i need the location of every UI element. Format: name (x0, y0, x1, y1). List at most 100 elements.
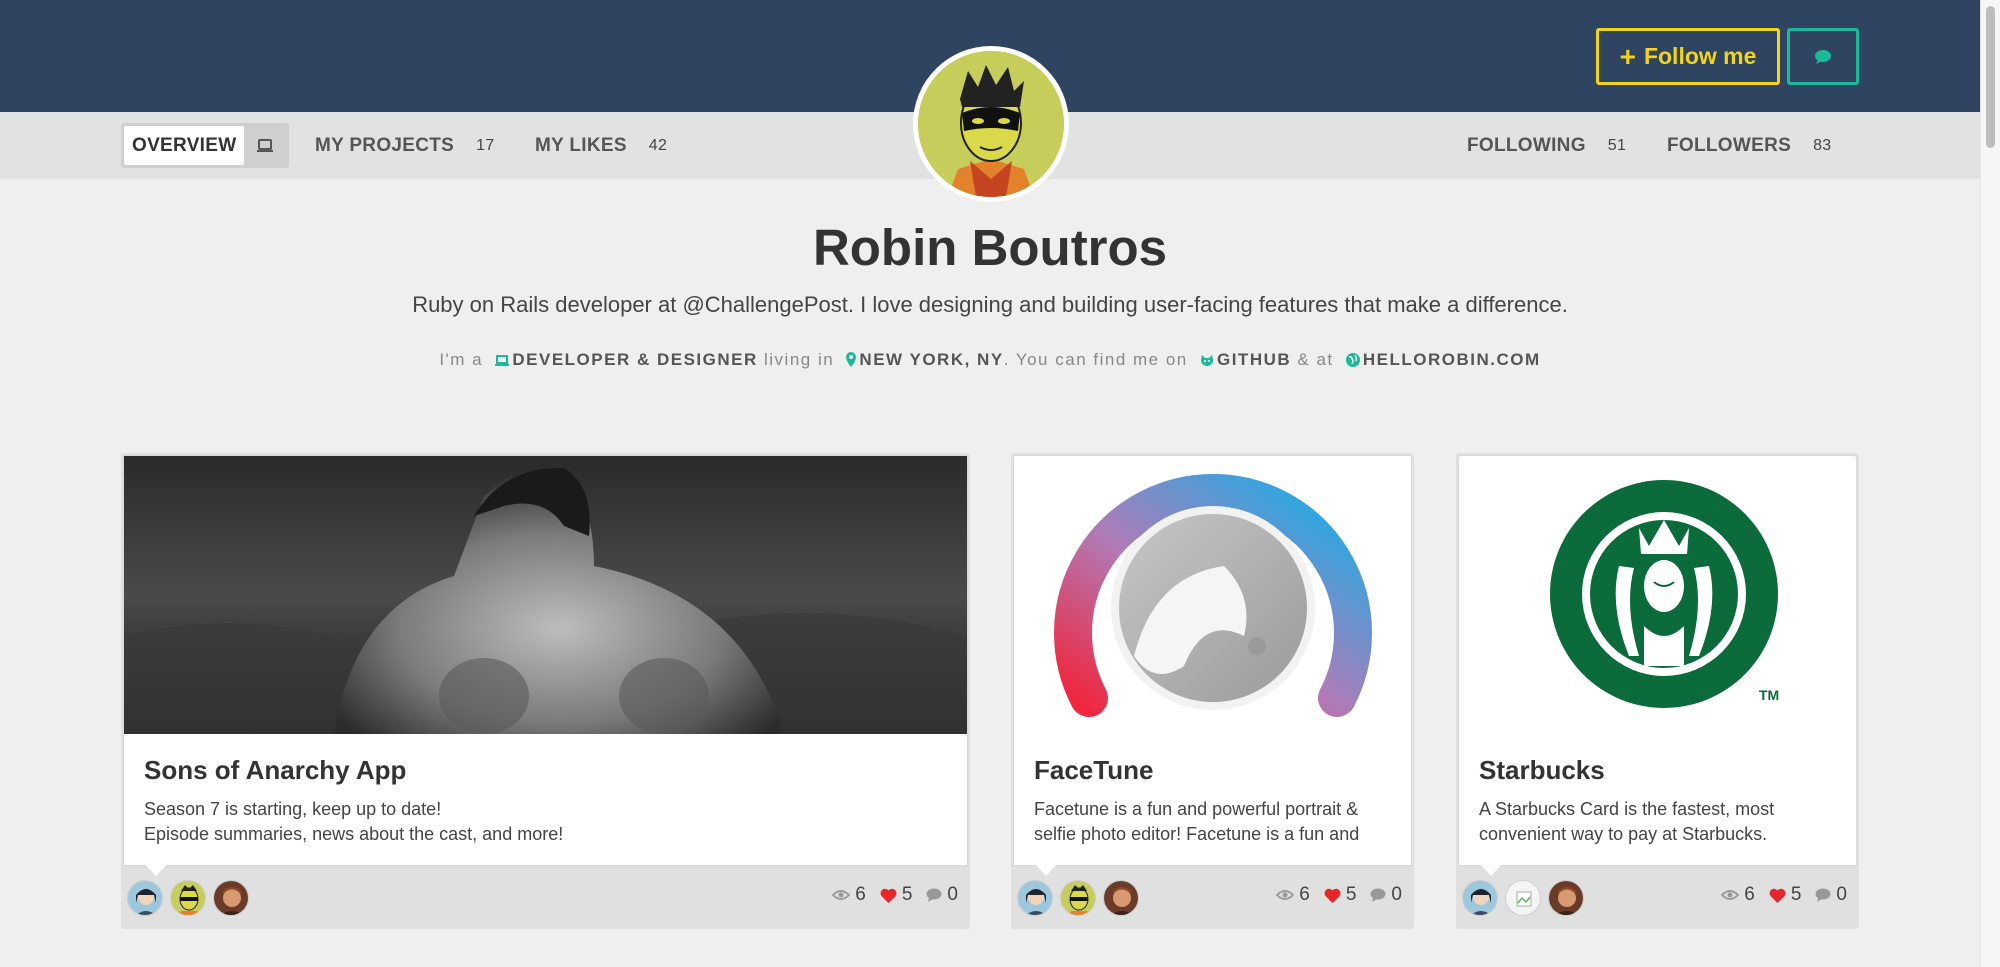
tab-followers-count: 83 (1813, 136, 1832, 154)
avatar[interactable] (127, 880, 163, 916)
comments-count: 0 (1391, 884, 1402, 905)
comments-count: 0 (947, 884, 958, 905)
likes-count: 5 (1345, 884, 1357, 905)
project-card[interactable]: FaceTune Facetune is a fun and powerful … (1011, 453, 1414, 929)
profile-name: Robin Boutros (812, 219, 1168, 276)
tab-following-count: 51 (1607, 136, 1627, 154)
project-description-line: A Starbucks Card is the fastest, most (1479, 799, 1775, 819)
project-card[interactable]: Sons of Anarchy App Season 7 is starting… (121, 453, 970, 929)
facts-living-in: living in (763, 350, 835, 369)
facts-location[interactable]: NEW YORK, NY (859, 350, 1003, 369)
tab-my-projects-count: 17 (476, 136, 495, 154)
comment-icon (1815, 888, 1831, 902)
project-description: A Starbucks Card is the fastest, most co… (1479, 797, 1836, 847)
message-button[interactable] (1787, 28, 1859, 85)
eye-icon (1721, 890, 1740, 900)
tab-followers-label: FOLLOWERS (1667, 134, 1792, 156)
project-title[interactable]: FaceTune (1034, 755, 1153, 786)
facts-find-me: . You can find me on (1003, 350, 1188, 369)
facts-website[interactable]: HELLOROBIN.COM (1363, 350, 1541, 369)
avatar[interactable] (1548, 880, 1584, 916)
avatar-illustration (1018, 881, 1052, 915)
avatar[interactable] (1060, 880, 1096, 916)
profile-bio: Ruby on Rails developer at @ChallengePos… (412, 292, 1568, 317)
avatar-illustration (1463, 881, 1497, 915)
likes-stat[interactable]: 5 (880, 884, 913, 906)
avatar-illustration (1549, 881, 1583, 915)
avatar[interactable] (1462, 880, 1498, 916)
tab-following[interactable]: FOLLOWING 51 (1467, 112, 1626, 179)
profile-avatar (913, 46, 1069, 202)
heart-icon (880, 888, 897, 903)
eye-icon (832, 890, 851, 900)
speech-bubble-icon (1815, 49, 1831, 64)
tab-overview[interactable]: OVERVIEW (124, 126, 245, 165)
project-image[interactable] (1014, 456, 1411, 734)
map-pin-icon (846, 352, 857, 367)
comments-stat: 0 (1815, 884, 1847, 906)
facts-role: DEVELOPER & DESIGNER (512, 350, 758, 369)
comment-icon (1370, 888, 1386, 902)
comment-icon (926, 888, 942, 902)
project-image-art (1054, 474, 1372, 717)
scrollbar-thumb[interactable] (1986, 6, 1995, 148)
avatar[interactable] (1505, 880, 1541, 916)
views-stat: 6 (1276, 884, 1310, 906)
project-description: Facetune is a fun and powerful portrait … (1034, 797, 1391, 847)
project-image-art: TM (1550, 480, 1779, 708)
avatar[interactable] (1017, 880, 1053, 916)
project-card-footer: 6 5 0 (1456, 866, 1859, 929)
project-card-footer: 6 5 0 (1011, 866, 1414, 929)
comments-stat: 0 (926, 884, 958, 906)
follow-button[interactable]: + Follow me (1596, 28, 1780, 85)
project-card-body[interactable]: FaceTune Facetune is a fun and powerful … (1013, 455, 1412, 866)
avatar[interactable] (1103, 880, 1139, 916)
laptop-icon (495, 355, 510, 366)
project-description-line: Episode summaries, news about the cast, … (144, 824, 564, 844)
likes-stat[interactable]: 5 (1769, 884, 1802, 906)
project-image[interactable] (124, 456, 967, 734)
globe-icon (1345, 353, 1360, 367)
project-description-line: Season 7 is starting, keep up to date! (144, 799, 442, 819)
avatar-illustration (214, 881, 248, 915)
views-stat: 6 (832, 884, 866, 906)
contributor-avatars (127, 880, 249, 916)
tab-my-projects-label: MY PROJECTS (315, 134, 455, 156)
project-card[interactable]: TM Starbucks A Starbucks Card is the fas… (1456, 453, 1859, 929)
eye-icon (1276, 890, 1295, 900)
follow-label: Follow me (1643, 43, 1757, 69)
project-title[interactable]: Starbucks (1479, 755, 1605, 786)
project-title[interactable]: Sons of Anarchy App (144, 755, 406, 786)
project-description-line: selfie photo editor! Facetune is a fun a… (1034, 824, 1360, 844)
avatar-illustration (128, 881, 162, 915)
project-card-footer: 6 5 0 (121, 866, 970, 929)
likes-count: 5 (1790, 884, 1802, 905)
facts-github[interactable]: GITHUB (1217, 350, 1291, 369)
tab-my-likes-count: 42 (648, 136, 668, 154)
page-scrollbar[interactable] (1980, 0, 2000, 967)
project-stats: 6 5 0 (1276, 884, 1402, 906)
avatar[interactable] (170, 880, 206, 916)
tab-my-projects[interactable]: MY PROJECTS 17 (315, 112, 495, 179)
tab-my-likes[interactable]: MY LIKES 42 (535, 112, 667, 179)
project-image[interactable]: TM (1459, 456, 1856, 734)
likes-count: 5 (901, 884, 913, 905)
heart-icon (1324, 888, 1341, 903)
avatar[interactable] (213, 880, 249, 916)
svg-text:TM: TM (1759, 687, 1779, 703)
avatar-illustration (171, 881, 205, 915)
project-card-body[interactable]: Sons of Anarchy App Season 7 is starting… (123, 455, 968, 866)
project-stats: 6 5 0 (832, 884, 958, 906)
facts-im-a: I'm a (439, 350, 484, 369)
facts-and-at: & at (1297, 350, 1334, 369)
contributor-avatars (1462, 880, 1584, 916)
broken-image-icon (1506, 881, 1540, 915)
project-image-art (124, 456, 967, 734)
tab-overview-laptop[interactable] (244, 138, 286, 153)
tab-followers[interactable]: FOLLOWERS 83 (1667, 112, 1831, 179)
project-stats: 6 5 0 (1721, 884, 1847, 906)
project-card-body[interactable]: TM Starbucks A Starbucks Card is the fas… (1458, 455, 1857, 866)
project-description: Season 7 is starting, keep up to date! E… (144, 797, 947, 847)
comments-stat: 0 (1370, 884, 1402, 906)
likes-stat[interactable]: 5 (1324, 884, 1357, 906)
